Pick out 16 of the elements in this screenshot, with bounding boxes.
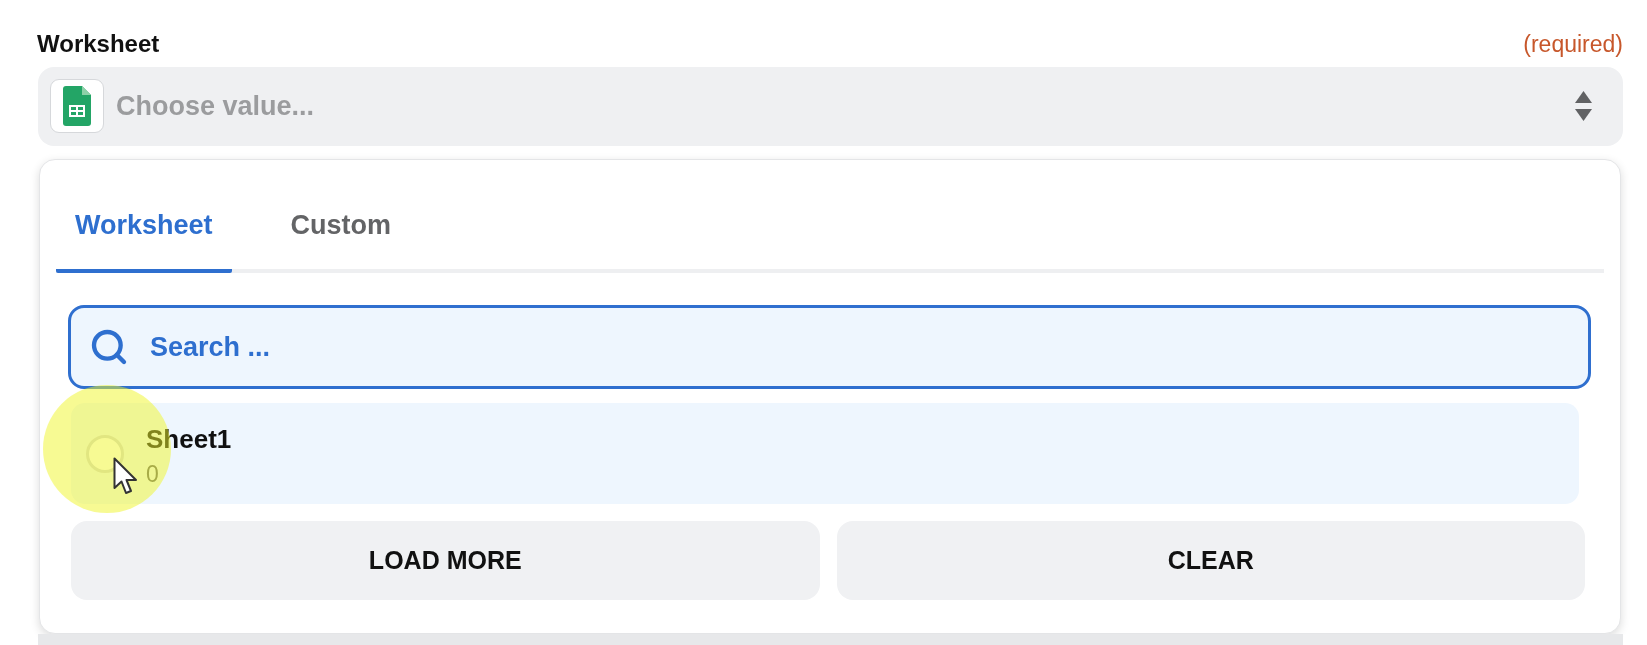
option-item[interactable]: Sheet1 0 [71, 403, 1579, 504]
tab[interactable]: Worksheet [56, 179, 232, 273]
search-icon [89, 327, 129, 367]
up-down-arrows-icon [1575, 91, 1592, 121]
spreadsheet-icon [50, 79, 104, 133]
field-label: Worksheet [37, 29, 160, 59]
option-subtitle: 0 [146, 460, 160, 489]
radio-button[interactable] [86, 434, 124, 473]
option-title: Sheet1 [146, 423, 232, 455]
select-field[interactable]: Choose value... [38, 67, 1623, 146]
load-more-button[interactable]: LOAD MORE [71, 521, 820, 600]
search-field[interactable]: Search ... [68, 305, 1591, 389]
required-note: (required) [1523, 30, 1623, 59]
tab[interactable]: Custom [271, 179, 411, 273]
clear-button[interactable]: CLEAR [836, 521, 1585, 600]
mouse-pointer-icon [113, 457, 138, 495]
